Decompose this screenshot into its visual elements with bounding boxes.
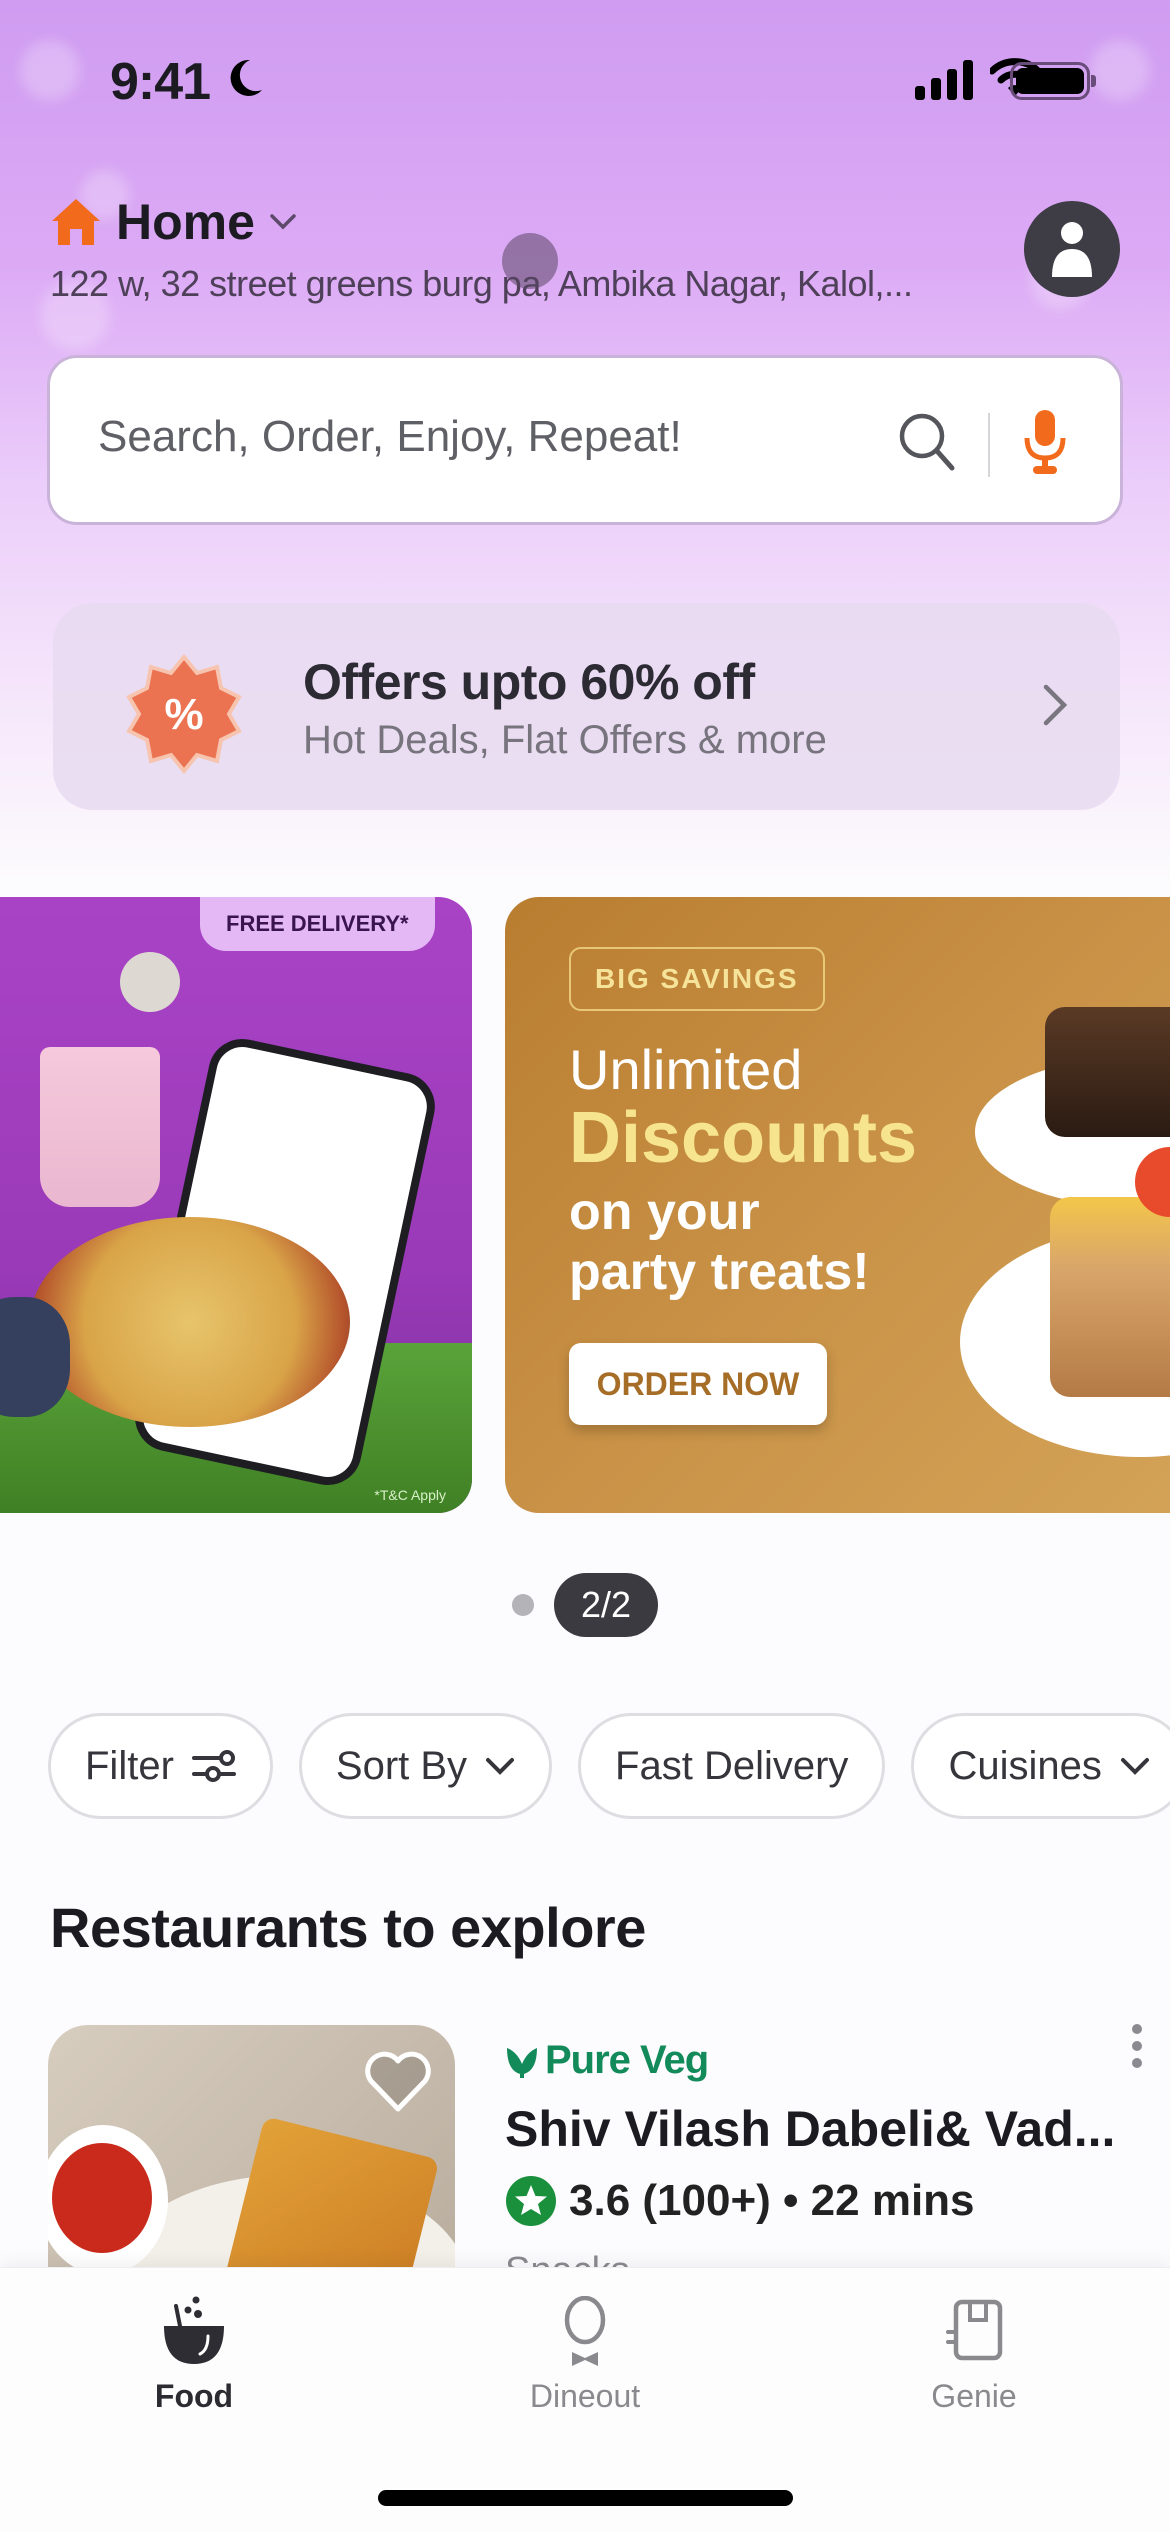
section-title: Restaurants to explore (50, 1896, 646, 1959)
home-indicator[interactable] (378, 2490, 793, 2506)
location-selector[interactable]: Home (50, 193, 297, 251)
search-icon[interactable] (896, 410, 960, 474)
battery-icon (1010, 62, 1096, 100)
status-time: 9:41 (110, 53, 211, 111)
genie-package-icon (946, 2299, 1003, 2361)
chevron-right-icon (1043, 684, 1068, 726)
chevron-down-icon (1120, 1758, 1149, 1775)
milkshake-image (40, 1047, 160, 1207)
restaurant-rating: 3.6 (100+) • 22 mins (505, 2175, 975, 2227)
signal-icon (915, 60, 973, 100)
tab-label: Dineout (529, 2378, 641, 2414)
cuisines-chip[interactable]: Cuisines (911, 1713, 1170, 1819)
home-icon (52, 199, 100, 245)
banner-line1: Unlimited (569, 1038, 803, 1101)
filter-chip[interactable]: Filter (48, 1713, 273, 1819)
discount-badge-icon: % (126, 653, 242, 775)
free-delivery-tag: FREE DELIVERY* (200, 897, 435, 951)
big-savings-tag: BIG SAVINGS (569, 947, 825, 1011)
chevron-down-icon (270, 214, 296, 230)
tab-label: Food (154, 2378, 234, 2414)
samosa-image (216, 2116, 440, 2285)
chip-label: Fast Delivery (615, 1743, 849, 1788)
cheesecake-image (1045, 1007, 1170, 1137)
more-options-icon[interactable] (1130, 2022, 1144, 2072)
sort-by-chip[interactable]: Sort By (298, 1713, 553, 1819)
helmet-image (0, 1297, 70, 1417)
food-bowl-icon (164, 2296, 224, 2364)
heart-icon[interactable] (363, 2051, 433, 2115)
offers-subtitle: Hot Deals, Flat Offers & more (303, 718, 827, 762)
pure-veg-badge: Pure Veg (505, 2038, 709, 2083)
offers-card[interactable]: % Offers upto 60% off Hot Deals, Flat Of… (53, 603, 1120, 810)
profile-button[interactable] (1024, 201, 1120, 297)
dineout-icon (564, 2296, 606, 2366)
tab-genie[interactable]: Genie (874, 2296, 1074, 2415)
chip-label: Sort By (335, 1743, 468, 1788)
pager-dot[interactable] (511, 1594, 534, 1616)
search-input[interactable]: Search, Order, Enjoy, Repeat! (98, 412, 682, 462)
banner-big-savings[interactable]: BIG SAVINGS Unlimited Discounts on your … (505, 897, 1170, 1513)
carousel-pager: 2/2 (0, 1573, 1170, 1637)
banner-line3-text: on your (569, 1183, 760, 1241)
tab-food[interactable]: Food (94, 2296, 294, 2415)
location-label: Home (116, 194, 255, 250)
leaf-icon (507, 2047, 537, 2078)
lasagna-image (1050, 1197, 1170, 1397)
restaurant-cuisine: Snacks (505, 2250, 630, 2267)
address-text[interactable]: 122 w, 32 street greens burg pa, Ambika … (50, 263, 913, 305)
chip-label: Cuisines (948, 1743, 1102, 1788)
sliders-icon (191, 1750, 236, 1782)
pizza-image (30, 1217, 350, 1427)
restaurant-name[interactable]: Shiv Vilash Dabeli& Vad... (505, 2100, 1115, 2158)
microphone-icon[interactable] (1020, 408, 1070, 478)
chip-label: Filter (85, 1743, 174, 1788)
banner-line3: on your party treats! (569, 1182, 870, 1302)
search-divider (988, 413, 990, 477)
banner-free-delivery[interactable]: FREE DELIVERY* *T&C Apply (0, 897, 472, 1513)
user-icon (1052, 222, 1092, 277)
star-rating-icon (506, 2176, 556, 2226)
badge-symbol: % (164, 690, 203, 739)
rating-text: 3.6 (100+) • 22 mins (569, 2176, 975, 2225)
banner-line4-text: party treats! (569, 1243, 870, 1301)
moon-icon (230, 59, 262, 96)
status-bar: 9:41 (0, 40, 1170, 120)
order-now-button[interactable]: ORDER NOW (569, 1343, 827, 1425)
tab-label: Genie (931, 2378, 1017, 2414)
cricket-ball (120, 952, 180, 1012)
filter-chips: Filter Sort By Fast Delivery Cuisines (48, 1713, 1170, 1819)
terms-text: *T&C Apply (374, 1487, 446, 1503)
chevron-down-icon (486, 1758, 515, 1775)
pager-current: 2/2 (553, 1573, 659, 1637)
offers-title: Offers upto 60% off (303, 654, 755, 710)
restaurant-image[interactable] (48, 2025, 455, 2285)
tab-dineout[interactable]: Dineout (485, 2296, 685, 2415)
search-bar[interactable]: Search, Order, Enjoy, Repeat! (47, 355, 1123, 525)
touch-indicator (502, 233, 558, 289)
fast-delivery-chip[interactable]: Fast Delivery (578, 1713, 886, 1819)
banner-line2: Discounts (569, 1098, 918, 1178)
pure-veg-label: Pure Veg (545, 2038, 709, 2082)
